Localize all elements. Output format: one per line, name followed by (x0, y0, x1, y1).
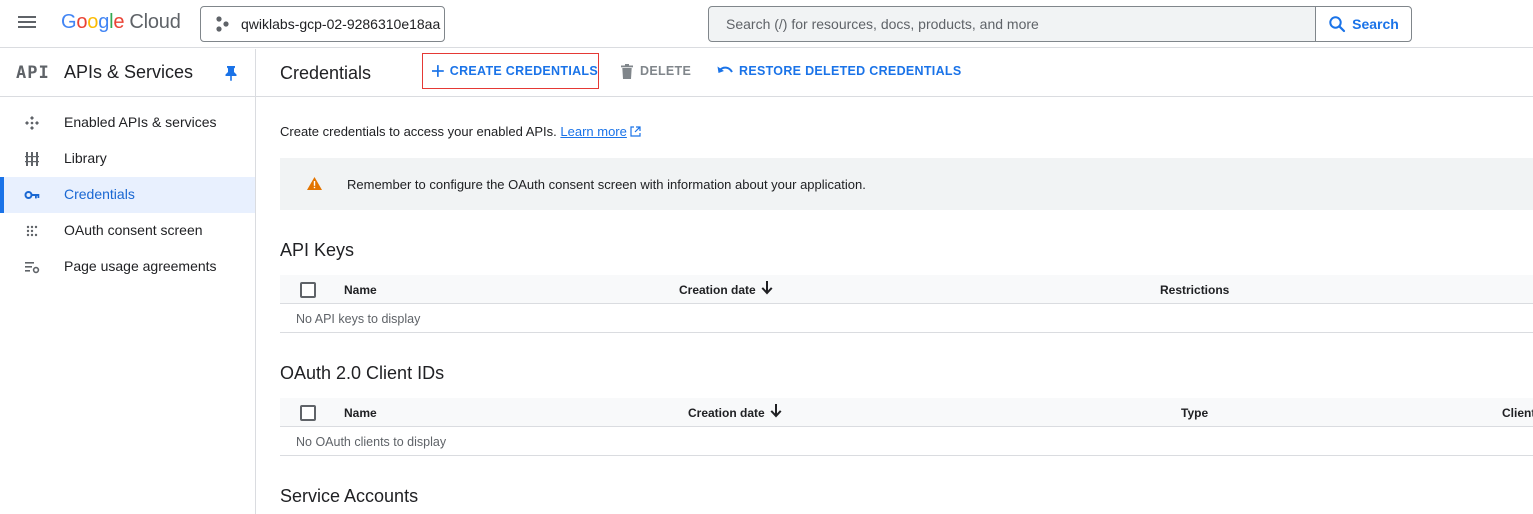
sidebar: API APIs & Services Enabled APIs & servi… (0, 49, 256, 514)
page-title: Credentials (280, 63, 372, 83)
sidebar-item-label: Page usage agreements (64, 258, 217, 274)
table-header: Name Creation date Restrictions (280, 275, 1533, 304)
api-logo-icon: API (16, 63, 50, 83)
intro-text: Create credentials to access your enable… (280, 124, 641, 139)
project-hub-icon (216, 16, 229, 32)
column-header-restrictions[interactable]: Restrictions (1160, 283, 1229, 297)
google-cloud-logo[interactable]: Google Cloud (61, 11, 181, 34)
sidebar-item-library[interactable]: Library (0, 141, 255, 177)
library-icon (25, 152, 39, 166)
logo-cloud-word: Cloud (129, 11, 181, 33)
service-accounts-title: Service Accounts (280, 486, 419, 506)
delete-label: DELETE (640, 64, 692, 78)
search-icon (1329, 16, 1346, 33)
search-button[interactable]: Search (1315, 7, 1411, 41)
sidebar-item-page-usage[interactable]: Page usage agreements (0, 249, 255, 285)
project-name: qwiklabs-gcp-02-9286310e18aa (241, 16, 441, 32)
trash-icon (621, 63, 633, 79)
restore-label: RESTORE DELETED CREDENTIALS (739, 64, 962, 78)
sidebar-item-enabled-apis[interactable]: Enabled APIs & services (0, 105, 255, 141)
undo-icon (717, 66, 733, 73)
create-credentials-label: CREATE CREDENTIALS (449, 64, 598, 78)
banner-text: Remember to configure the OAuth consent … (347, 177, 866, 192)
settings-list-icon (25, 262, 40, 274)
plus-icon (432, 65, 444, 77)
column-header-client[interactable]: Client (1502, 406, 1533, 420)
column-header-creation-date[interactable]: Creation date (679, 283, 756, 297)
oauth-warning-banner: Remember to configure the OAuth consent … (280, 158, 1533, 210)
hamburger-menu-icon[interactable] (18, 14, 38, 34)
select-all-checkbox[interactable] (300, 282, 316, 298)
search-button-label: Search (1352, 16, 1399, 32)
main-content: Credentials CREATE CREDENTIALS DELETE RE… (256, 49, 1533, 514)
enabled-apis-icon (25, 116, 39, 130)
column-header-type[interactable]: Type (1181, 406, 1208, 420)
sidebar-item-label: Library (64, 150, 107, 166)
api-keys-title: API Keys (280, 240, 355, 260)
oauth-dots-icon (26, 225, 38, 237)
sidebar-item-oauth-consent[interactable]: OAuth consent screen (0, 213, 255, 249)
search-bar: Search (708, 6, 1412, 42)
table-header: Name Creation date Type Client (280, 398, 1533, 427)
delete-button[interactable]: DELETE (620, 53, 691, 89)
sidebar-title: APIs & Services (64, 62, 194, 82)
empty-message: No OAuth clients to display (296, 435, 447, 449)
project-selector-button[interactable]: qwiklabs-gcp-02-9286310e18aa (200, 6, 445, 42)
table-empty-row: No OAuth clients to display (280, 427, 1533, 456)
column-header-creation-date[interactable]: Creation date (688, 406, 765, 420)
oauth-clients-table: Name Creation date Type Client No OAuth … (280, 398, 1533, 456)
empty-message: No API keys to display (296, 312, 421, 326)
oauth-clients-title: OAuth 2.0 Client IDs (280, 363, 445, 383)
sidebar-nav: Enabled APIs & services Library Credenti… (0, 97, 255, 285)
sidebar-item-label: Enabled APIs & services (64, 114, 217, 130)
restore-deleted-credentials-button[interactable]: RESTORE DELETED CREDENTIALS (717, 53, 961, 89)
logo-google-word: Google (61, 11, 125, 33)
pin-icon[interactable] (224, 65, 238, 81)
sidebar-header: API APIs & Services (0, 49, 255, 97)
warning-icon (307, 177, 322, 190)
sort-arrow-down-icon[interactable] (761, 281, 773, 295)
table-empty-row: No API keys to display (280, 304, 1533, 333)
column-header-name[interactable]: Name (344, 283, 377, 297)
sort-arrow-down-icon[interactable] (770, 404, 782, 418)
external-link-icon (630, 126, 641, 137)
create-credentials-button[interactable]: CREATE CREDENTIALS (422, 53, 599, 89)
api-keys-table: Name Creation date Restrictions No API k… (280, 275, 1533, 333)
sidebar-item-label: Credentials (64, 186, 135, 202)
sidebar-item-label: OAuth consent screen (64, 222, 203, 238)
intro-sentence: Create credentials to access your enable… (280, 124, 557, 139)
search-input[interactable] (709, 7, 1315, 41)
learn-more-link[interactable]: Learn more (560, 124, 626, 139)
column-header-name[interactable]: Name (344, 406, 377, 420)
action-toolbar: Credentials CREATE CREDENTIALS DELETE RE… (256, 49, 1533, 97)
sidebar-item-credentials[interactable]: Credentials (0, 177, 255, 213)
select-all-checkbox[interactable] (300, 405, 316, 421)
key-icon (24, 191, 40, 199)
top-bar: Google Cloud qwiklabs-gcp-02-9286310e18aa… (0, 0, 1533, 48)
